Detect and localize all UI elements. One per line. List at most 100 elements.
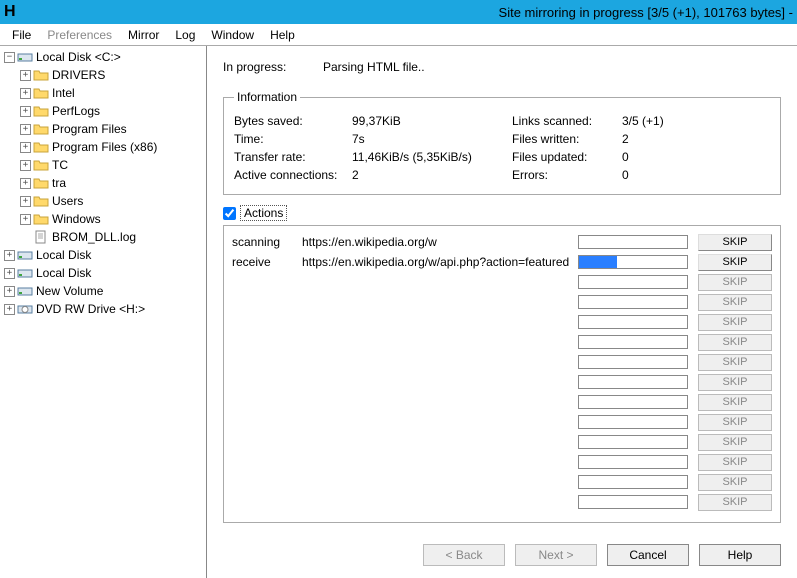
- action-progress: [578, 455, 688, 469]
- expand-icon[interactable]: +: [4, 286, 15, 297]
- files-written-label: Files written:: [512, 132, 622, 146]
- tree-folder-label[interactable]: Program Files: [52, 122, 127, 136]
- expand-icon[interactable]: +: [20, 124, 31, 135]
- action-row: SKIP: [232, 372, 772, 392]
- action-row: receivehttps://en.wikipedia.org/w/api.ph…: [232, 252, 772, 272]
- errors-label: Errors:: [512, 168, 622, 182]
- menu-file[interactable]: File: [4, 26, 39, 44]
- action-progress: [578, 375, 688, 389]
- drive-icon: [17, 284, 33, 298]
- tree-folder-label[interactable]: Intel: [52, 86, 75, 100]
- expand-icon[interactable]: +: [20, 214, 31, 225]
- tree-folder-label[interactable]: Program Files (x86): [52, 140, 157, 154]
- action-row: SKIP: [232, 332, 772, 352]
- in-progress-value: Parsing HTML file..: [323, 60, 425, 74]
- actions-label[interactable]: Actions: [240, 205, 287, 221]
- action-progress: [578, 355, 688, 369]
- action-progress: [578, 495, 688, 509]
- action-row: SKIP: [232, 452, 772, 472]
- menu-mirror[interactable]: Mirror: [120, 26, 167, 44]
- menu-log[interactable]: Log: [167, 26, 203, 44]
- actions-checkbox[interactable]: [223, 207, 236, 220]
- folder-icon: [33, 212, 49, 226]
- information-legend: Information: [234, 90, 300, 104]
- tree-drive-label[interactable]: New Volume: [36, 284, 103, 298]
- skip-button: SKIP: [698, 454, 772, 471]
- folder-icon: [33, 194, 49, 208]
- expand-icon[interactable]: +: [20, 88, 31, 99]
- title-bar: H Site mirroring in progress [3/5 (+1), …: [0, 0, 797, 24]
- back-button[interactable]: < Back: [423, 544, 505, 566]
- skip-button[interactable]: SKIP: [698, 234, 772, 251]
- action-progress: [578, 435, 688, 449]
- action-url: https://en.wikipedia.org/w: [302, 235, 578, 249]
- expand-icon[interactable]: +: [20, 178, 31, 189]
- cd-drive-icon: [17, 302, 33, 316]
- help-button[interactable]: Help: [699, 544, 781, 566]
- action-progress: [578, 275, 688, 289]
- tree-folder-label[interactable]: tra: [52, 176, 66, 190]
- button-bar: < Back Next > Cancel Help: [423, 544, 781, 566]
- time-value: 7s: [352, 132, 512, 146]
- expand-icon[interactable]: +: [4, 268, 15, 279]
- files-updated-label: Files updated:: [512, 150, 622, 164]
- skip-button: SKIP: [698, 294, 772, 311]
- expand-icon[interactable]: +: [4, 304, 15, 315]
- skip-button: SKIP: [698, 314, 772, 331]
- in-progress-label: In progress:: [223, 60, 323, 74]
- cancel-button[interactable]: Cancel: [607, 544, 689, 566]
- expand-icon[interactable]: +: [20, 160, 31, 171]
- skip-button: SKIP: [698, 434, 772, 451]
- expand-icon[interactable]: +: [20, 106, 31, 117]
- tree-cd-label[interactable]: DVD RW Drive <H:>: [36, 302, 145, 316]
- tree-drive-label[interactable]: Local Disk: [36, 266, 91, 280]
- action-row: scanninghttps://en.wikipedia.org/w SKIP: [232, 232, 772, 252]
- action-row: SKIP: [232, 472, 772, 492]
- expand-icon[interactable]: +: [4, 250, 15, 261]
- menu-preferences[interactable]: Preferences: [39, 26, 120, 44]
- action-row: SKIP: [232, 292, 772, 312]
- menu-window[interactable]: Window: [203, 26, 262, 44]
- action-progress: [578, 395, 688, 409]
- tree-folder-label[interactable]: Windows: [52, 212, 101, 226]
- transfer-rate-value: 11,46KiB/s (5,35KiB/s): [352, 150, 512, 164]
- tree-folder-label[interactable]: TC: [52, 158, 68, 172]
- expand-icon[interactable]: +: [20, 70, 31, 81]
- app-logo: H: [4, 3, 16, 21]
- menu-help[interactable]: Help: [262, 26, 303, 44]
- action-row: SKIP: [232, 272, 772, 292]
- bytes-saved-value: 99,37KiB: [352, 114, 512, 128]
- expand-icon[interactable]: +: [20, 142, 31, 153]
- skip-button[interactable]: SKIP: [698, 254, 772, 271]
- tree-folder-label[interactable]: DRIVERS: [52, 68, 105, 82]
- tree-folder-label[interactable]: PerfLogs: [52, 104, 100, 118]
- actions-group: scanninghttps://en.wikipedia.org/wSKIPre…: [223, 225, 781, 523]
- folder-icon: [33, 158, 49, 172]
- action-progress: [578, 235, 688, 249]
- skip-button: SKIP: [698, 394, 772, 411]
- folder-icon: [33, 86, 49, 100]
- folder-tree[interactable]: − Local Disk <C:> + DRIVERS + Intel + PerfLog…: [0, 46, 207, 578]
- skip-button: SKIP: [698, 274, 772, 291]
- active-connections-value: 2: [352, 168, 512, 182]
- folder-icon: [33, 68, 49, 82]
- collapse-icon[interactable]: −: [4, 52, 15, 63]
- tree-folder-label[interactable]: Users: [52, 194, 83, 208]
- tree-drive-label[interactable]: Local Disk: [36, 248, 91, 262]
- action-row: SKIP: [232, 352, 772, 372]
- action-type: scanning: [232, 235, 302, 249]
- tree-root-label[interactable]: Local Disk <C:>: [36, 50, 121, 64]
- skip-button: SKIP: [698, 494, 772, 511]
- action-progress: [578, 335, 688, 349]
- tree-file-label[interactable]: BROM_DLL.log: [52, 230, 136, 244]
- transfer-rate-label: Transfer rate:: [234, 150, 352, 164]
- next-button[interactable]: Next >: [515, 544, 597, 566]
- progress-panel: In progress: Parsing HTML file.. Informa…: [207, 46, 797, 578]
- action-row: SKIP: [232, 392, 772, 412]
- files-updated-value: 0: [622, 150, 682, 164]
- active-connections-label: Active connections:: [234, 168, 352, 182]
- information-group: Information Bytes saved: 99,37KiB Links …: [223, 90, 781, 195]
- action-row: SKIP: [232, 432, 772, 452]
- drive-icon: [17, 50, 33, 64]
- expand-icon[interactable]: +: [20, 196, 31, 207]
